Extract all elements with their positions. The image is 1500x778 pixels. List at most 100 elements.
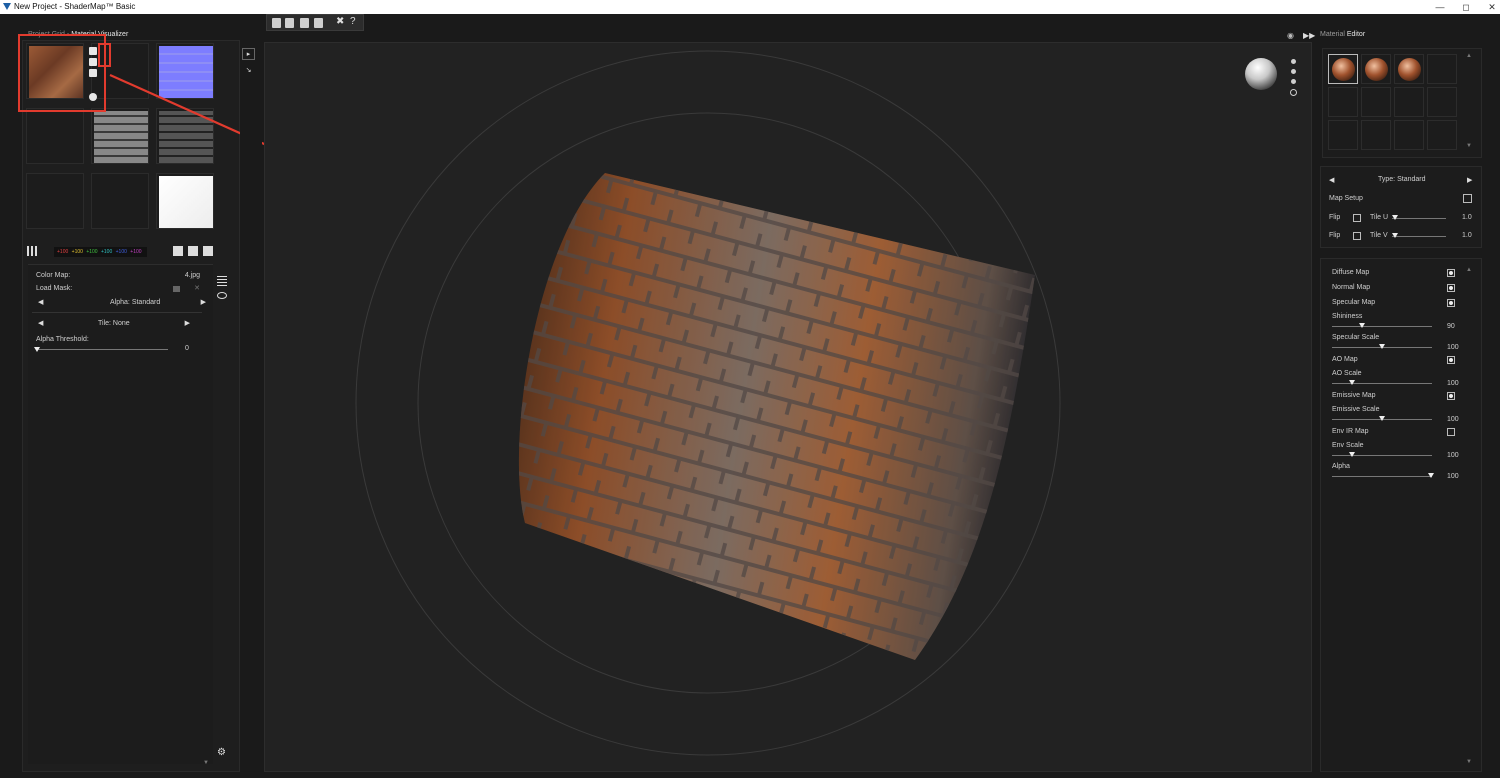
material-preset-empty[interactable] [1328,87,1358,117]
prev-arrow-icon[interactable]: ◀ [38,319,43,329]
diffuse-map-checkbox[interactable] [1447,269,1455,277]
env-scale-slider[interactable] [1332,455,1432,456]
material-preset-empty[interactable] [1427,87,1457,117]
material-preset-empty[interactable] [1394,120,1424,150]
option-dot-icon[interactable] [1291,59,1296,64]
material-ball-icon [1365,58,1388,81]
type-value: Standard [1397,176,1426,183]
alpha-threshold-slider[interactable] [36,349,168,350]
prev-type-icon[interactable]: ◀ [1329,176,1334,184]
sliders-icon[interactable] [217,276,227,286]
alpha-value: 100 [1447,473,1459,480]
flip-u-checkbox[interactable] [1353,214,1361,222]
material-preset-empty[interactable] [1328,120,1358,150]
load-mask-folder-icon[interactable] [173,286,180,292]
emissive-map-checkbox[interactable] [1447,392,1455,400]
material-preset[interactable] [1394,54,1424,84]
type-label: Type: [1378,176,1396,183]
folder-icon[interactable] [188,246,198,256]
slider-thumb[interactable] [1379,344,1385,349]
eye-icon[interactable] [217,292,227,299]
option-dot-icon[interactable] [1291,69,1296,74]
color-map-label: Color Map: [36,272,71,279]
alpha-selector[interactable]: ◀ Alpha: Standard ▶ [36,298,206,308]
slider-thumb[interactable] [1392,233,1398,238]
next-type-icon[interactable]: ▶ [1467,176,1472,184]
alpha-label: Alpha [1332,463,1350,470]
light-bulb-icon[interactable] [1290,89,1297,96]
scroll-up-icon[interactable]: ▲ [1466,53,1472,59]
tile-u-slider[interactable] [1392,218,1446,219]
material-preset-empty[interactable] [1394,87,1424,117]
brick-cylinder-mesh [518,173,1036,660]
ao-scale-slider[interactable] [1332,383,1432,384]
material-preset[interactable] [1361,54,1391,84]
material-preset-empty[interactable] [1361,87,1391,117]
slider-thumb[interactable] [34,347,40,352]
option-dot-icon[interactable] [1291,79,1296,84]
alpha-label: Alpha: [110,299,130,306]
material-preset-empty[interactable] [1427,120,1457,150]
channel-value[interactable]: +100 [116,249,127,255]
map-setup-icon[interactable] [1463,194,1472,203]
save-all-icon[interactable] [203,246,213,256]
slider-thumb[interactable] [1428,473,1434,478]
specular-map-checkbox[interactable] [1447,299,1455,307]
ao-scale-label: AO Scale [1332,370,1362,377]
slider-thumb[interactable] [1359,323,1365,328]
diffuse-map-label: Diffuse Map [1332,269,1370,276]
next-arrow-icon[interactable]: ▶ [185,319,190,329]
normal-map-label: Normal Map [1332,284,1371,291]
env-scale-label: Env Scale [1332,442,1364,449]
transform-tool-icon[interactable]: ↘ [242,65,255,77]
shininess-value: 90 [1447,323,1455,330]
material-preset-empty[interactable] [1427,54,1457,84]
slider-thumb[interactable] [1349,380,1355,385]
channel-value[interactable]: +100 [101,249,112,255]
specular-map-label: Specular Map [1332,299,1376,306]
settings-gear-icon[interactable]: ⚙ [217,747,226,758]
channel-value[interactable]: +100 [57,249,68,255]
ao-map-label: AO Map [1332,356,1358,363]
channel-value[interactable]: +100 [86,249,97,255]
slider-thumb[interactable] [1392,215,1398,220]
tile-v-slider[interactable] [1392,236,1446,237]
fast-forward-icon[interactable]: ▶▶ [1303,31,1315,40]
ao-map-checkbox[interactable] [1447,356,1455,364]
normal-map-checkbox[interactable] [1447,284,1455,292]
channel-value[interactable]: +100 [72,249,83,255]
camera-icon[interactable]: ◉ [1287,31,1294,40]
swap-icon[interactable] [173,246,183,256]
env-ir-map-checkbox[interactable] [1447,428,1455,436]
scroll-down-icon[interactable]: ▼ [1466,759,1472,765]
tile-v-value: 1.0 [1462,232,1472,239]
shininess-slider[interactable] [1332,326,1432,327]
slider-thumb[interactable] [1349,452,1355,457]
clear-mask-icon[interactable]: ✕ [194,284,200,294]
scroll-up-icon[interactable]: ▲ [1466,267,1472,273]
grid-view-icon[interactable] [27,246,37,256]
channel-value[interactable]: +100 [130,249,141,255]
alpha-value: Standard [131,299,161,306]
load-mask-row: Load Mask: ✕ [36,284,206,294]
tile-u-value: 1.0 [1462,214,1472,221]
material-preset-empty[interactable] [1361,120,1391,150]
slider-thumb[interactable] [1379,416,1385,421]
tile-value: None [112,320,130,327]
color-map-value[interactable]: 4.jpg [185,271,200,281]
material-preset[interactable] [1328,54,1358,84]
prop-side-icons [215,274,229,305]
flip-v-checkbox[interactable] [1353,232,1361,240]
alpha-threshold-value: 0 [185,345,189,352]
scroll-down-icon[interactable]: ▼ [203,760,209,766]
material-ball-icon [1398,58,1421,81]
material-visualizer-viewport[interactable] [264,42,1312,772]
tile-selector[interactable]: ◀ Tile: None ▶ [36,319,206,329]
alpha-slider[interactable] [1332,476,1432,477]
next-arrow-icon[interactable]: ▶ [201,298,206,308]
prev-arrow-icon[interactable]: ◀ [38,298,43,308]
select-tool-icon[interactable]: ▸ [242,48,255,60]
light-preview-sphere[interactable] [1245,58,1277,90]
scroll-down-icon[interactable]: ▼ [1466,143,1472,149]
view-tools-strip: ▸ ↘ [240,40,262,772]
